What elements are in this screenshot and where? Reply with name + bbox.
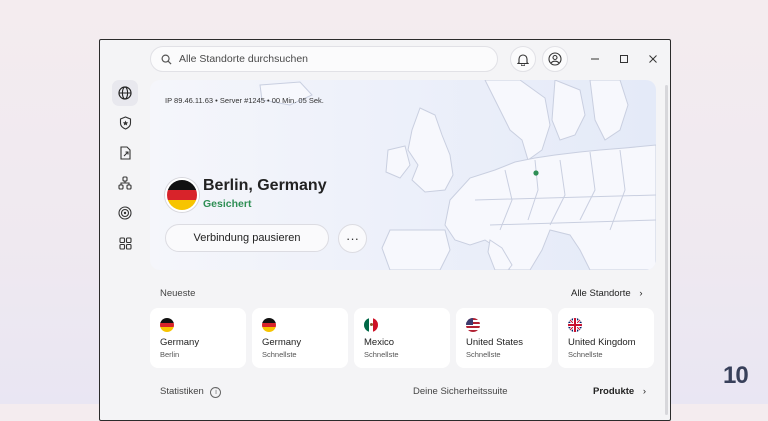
search-input[interactable]: Alle Standorte durchsuchen bbox=[150, 46, 498, 72]
grid-icon bbox=[118, 236, 132, 250]
user-icon bbox=[548, 52, 562, 66]
statistics-text: Statistiken bbox=[160, 386, 204, 397]
sidebar-item-files[interactable] bbox=[112, 140, 138, 166]
recent-sub: Schnellste bbox=[466, 350, 501, 359]
chevron-right-icon: › bbox=[639, 288, 643, 299]
germany-flag-icon bbox=[165, 178, 199, 212]
mexico-flag-icon bbox=[364, 318, 378, 332]
recent-country: United Kingdom bbox=[568, 337, 636, 348]
recent-country: Germany bbox=[160, 337, 200, 348]
connection-status: Gesichert bbox=[203, 198, 252, 210]
maximize-button[interactable] bbox=[616, 51, 632, 67]
shield-icon bbox=[119, 116, 131, 130]
more-options-button[interactable]: ··· bbox=[338, 224, 367, 253]
sidebar-item-security[interactable] bbox=[112, 110, 138, 136]
chevron-right-icon: › bbox=[642, 386, 646, 397]
connection-panel: IP 89.46.11.63 • Server #1245 • 00 Min. … bbox=[150, 80, 656, 270]
notifications-button[interactable] bbox=[510, 46, 536, 72]
recent-sub: Schnellste bbox=[262, 350, 297, 359]
recent-sub: Berlin bbox=[160, 350, 180, 359]
globe-icon bbox=[118, 86, 132, 100]
recent-country: Mexico bbox=[364, 337, 395, 348]
sidebar-item-apps[interactable] bbox=[112, 230, 138, 256]
maximize-icon bbox=[620, 55, 628, 63]
sidebar bbox=[100, 80, 150, 420]
products-label: Produkte bbox=[593, 386, 635, 397]
recent-sub: Schnellste bbox=[364, 350, 399, 359]
sidebar-item-threat[interactable] bbox=[112, 200, 138, 226]
info-icon[interactable]: i bbox=[210, 387, 222, 398]
recent-card[interactable]: United Kingdom Schnellste bbox=[558, 308, 654, 368]
titlebar: Alle Standorte durchsuchen bbox=[100, 40, 670, 80]
account-button[interactable] bbox=[542, 46, 568, 72]
usa-flag-icon bbox=[466, 318, 480, 332]
security-suite-label: Deine Sicherheitssuite bbox=[413, 386, 508, 397]
germany-flag-icon bbox=[262, 318, 276, 332]
recent-card[interactable]: Mexico Schnellste bbox=[354, 308, 450, 368]
recent-card[interactable]: United States Schnellste bbox=[456, 308, 552, 368]
all-locations-label: Alle Standorte bbox=[571, 288, 631, 299]
minimize-icon bbox=[591, 58, 599, 60]
close-icon bbox=[649, 55, 657, 63]
pause-connection-button[interactable]: Verbindung pausieren bbox=[165, 224, 329, 252]
bell-icon bbox=[517, 53, 529, 66]
brand-logo: 10 bbox=[723, 362, 749, 389]
more-icon: ··· bbox=[346, 231, 359, 246]
radar-icon bbox=[118, 206, 132, 220]
statistics-label: Statistiken i bbox=[160, 386, 222, 398]
recent-country: United States bbox=[466, 337, 524, 348]
file-share-icon bbox=[119, 146, 131, 160]
recent-sub: Schnellste bbox=[568, 350, 603, 359]
scrollbar[interactable] bbox=[665, 85, 668, 415]
connection-info: IP 89.46.11.63 • Server #1245 • 00 Min. … bbox=[165, 96, 324, 105]
sidebar-item-meshnet[interactable] bbox=[112, 170, 138, 196]
connected-location: Berlin, Germany bbox=[203, 177, 327, 194]
search-placeholder: Alle Standorte durchsuchen bbox=[179, 53, 308, 65]
location-marker bbox=[533, 170, 539, 176]
recent-card[interactable]: Germany Schnellste bbox=[252, 308, 348, 368]
network-icon bbox=[118, 176, 132, 190]
recent-country: Germany bbox=[262, 337, 302, 348]
uk-flag-icon bbox=[568, 318, 582, 332]
sidebar-item-vpn[interactable] bbox=[112, 80, 138, 106]
germany-flag-icon bbox=[160, 318, 174, 332]
all-locations-link[interactable]: Alle Standorte › bbox=[571, 288, 643, 299]
close-button[interactable] bbox=[645, 51, 661, 67]
app-window: Alle Standorte durchsuchen IP 89.46.11.6… bbox=[99, 39, 671, 421]
search-icon bbox=[161, 54, 172, 65]
recent-label: Neueste bbox=[160, 288, 196, 299]
recent-card[interactable]: Germany Berlin bbox=[150, 308, 246, 368]
minimize-button[interactable] bbox=[587, 51, 603, 67]
products-link[interactable]: Produkte › bbox=[593, 386, 646, 397]
